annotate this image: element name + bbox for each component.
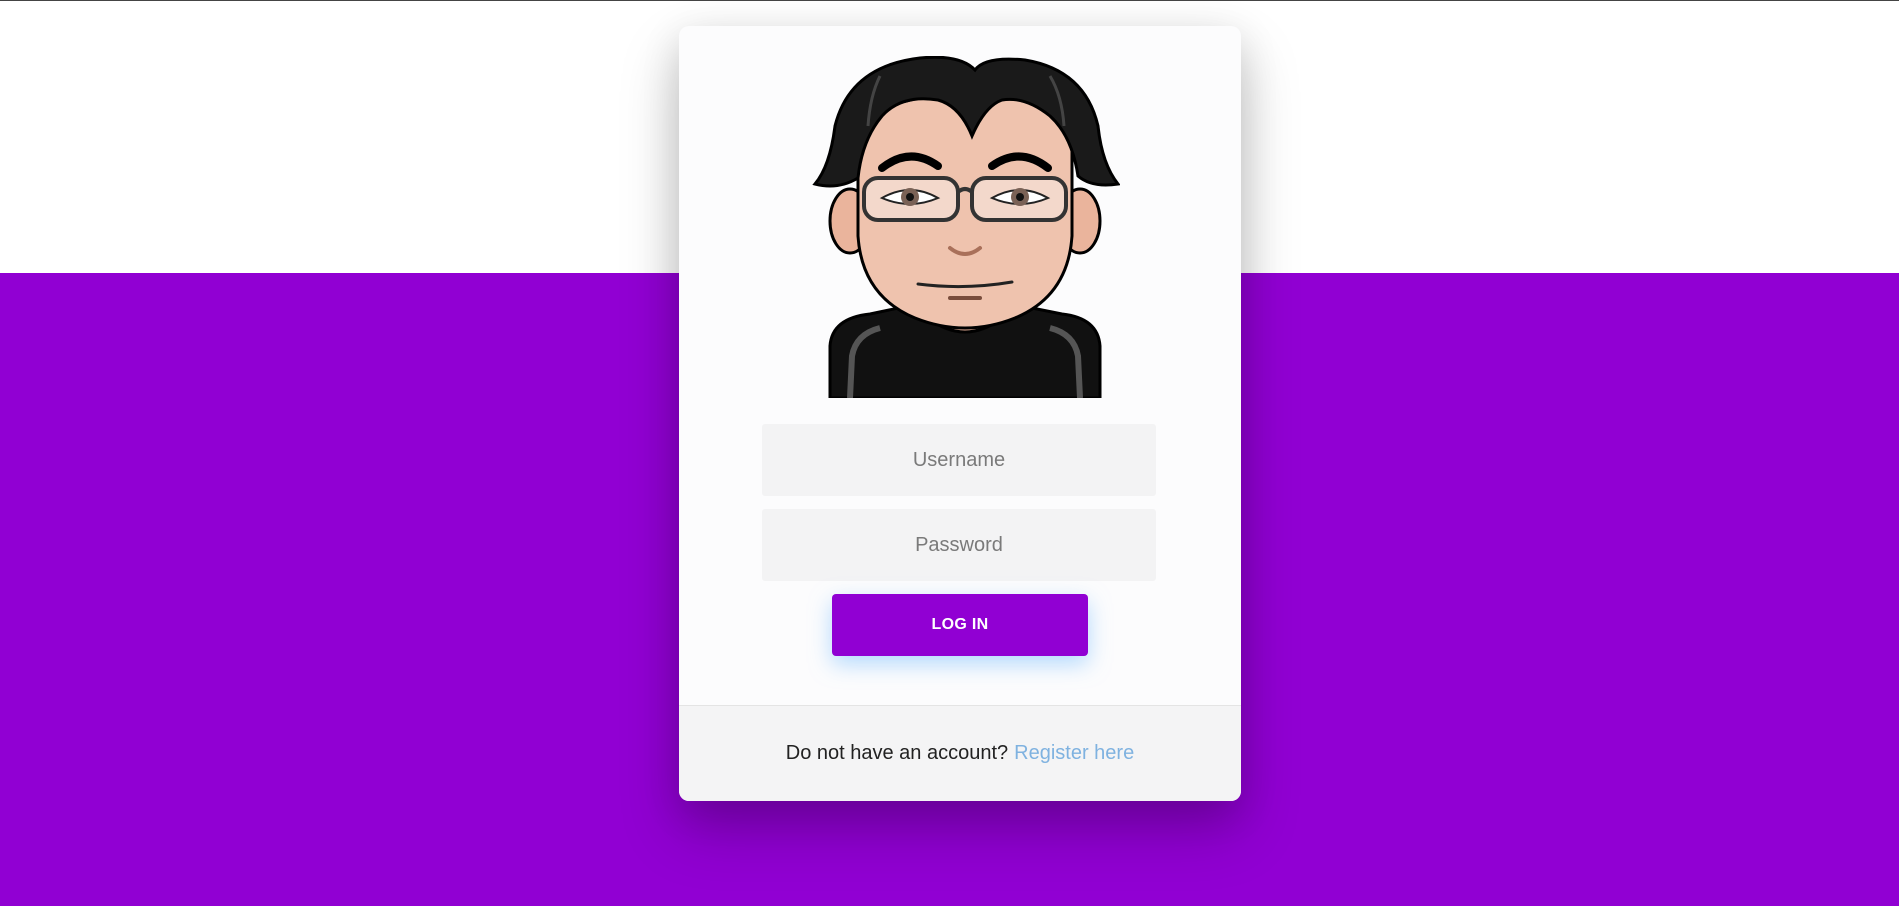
username-input[interactable]	[762, 424, 1156, 496]
top-divider	[0, 0, 1899, 1]
avatar	[812, 56, 1120, 398]
register-prompt: Do not have an account?	[785, 742, 1009, 764]
login-card: LOG IN Do not have an account? Register …	[679, 26, 1241, 801]
card-footer: Do not have an account? Register here	[679, 705, 1241, 801]
login-button[interactable]: LOG IN	[832, 594, 1088, 656]
password-input[interactable]	[762, 509, 1156, 581]
register-link[interactable]: Register here	[1014, 742, 1134, 765]
